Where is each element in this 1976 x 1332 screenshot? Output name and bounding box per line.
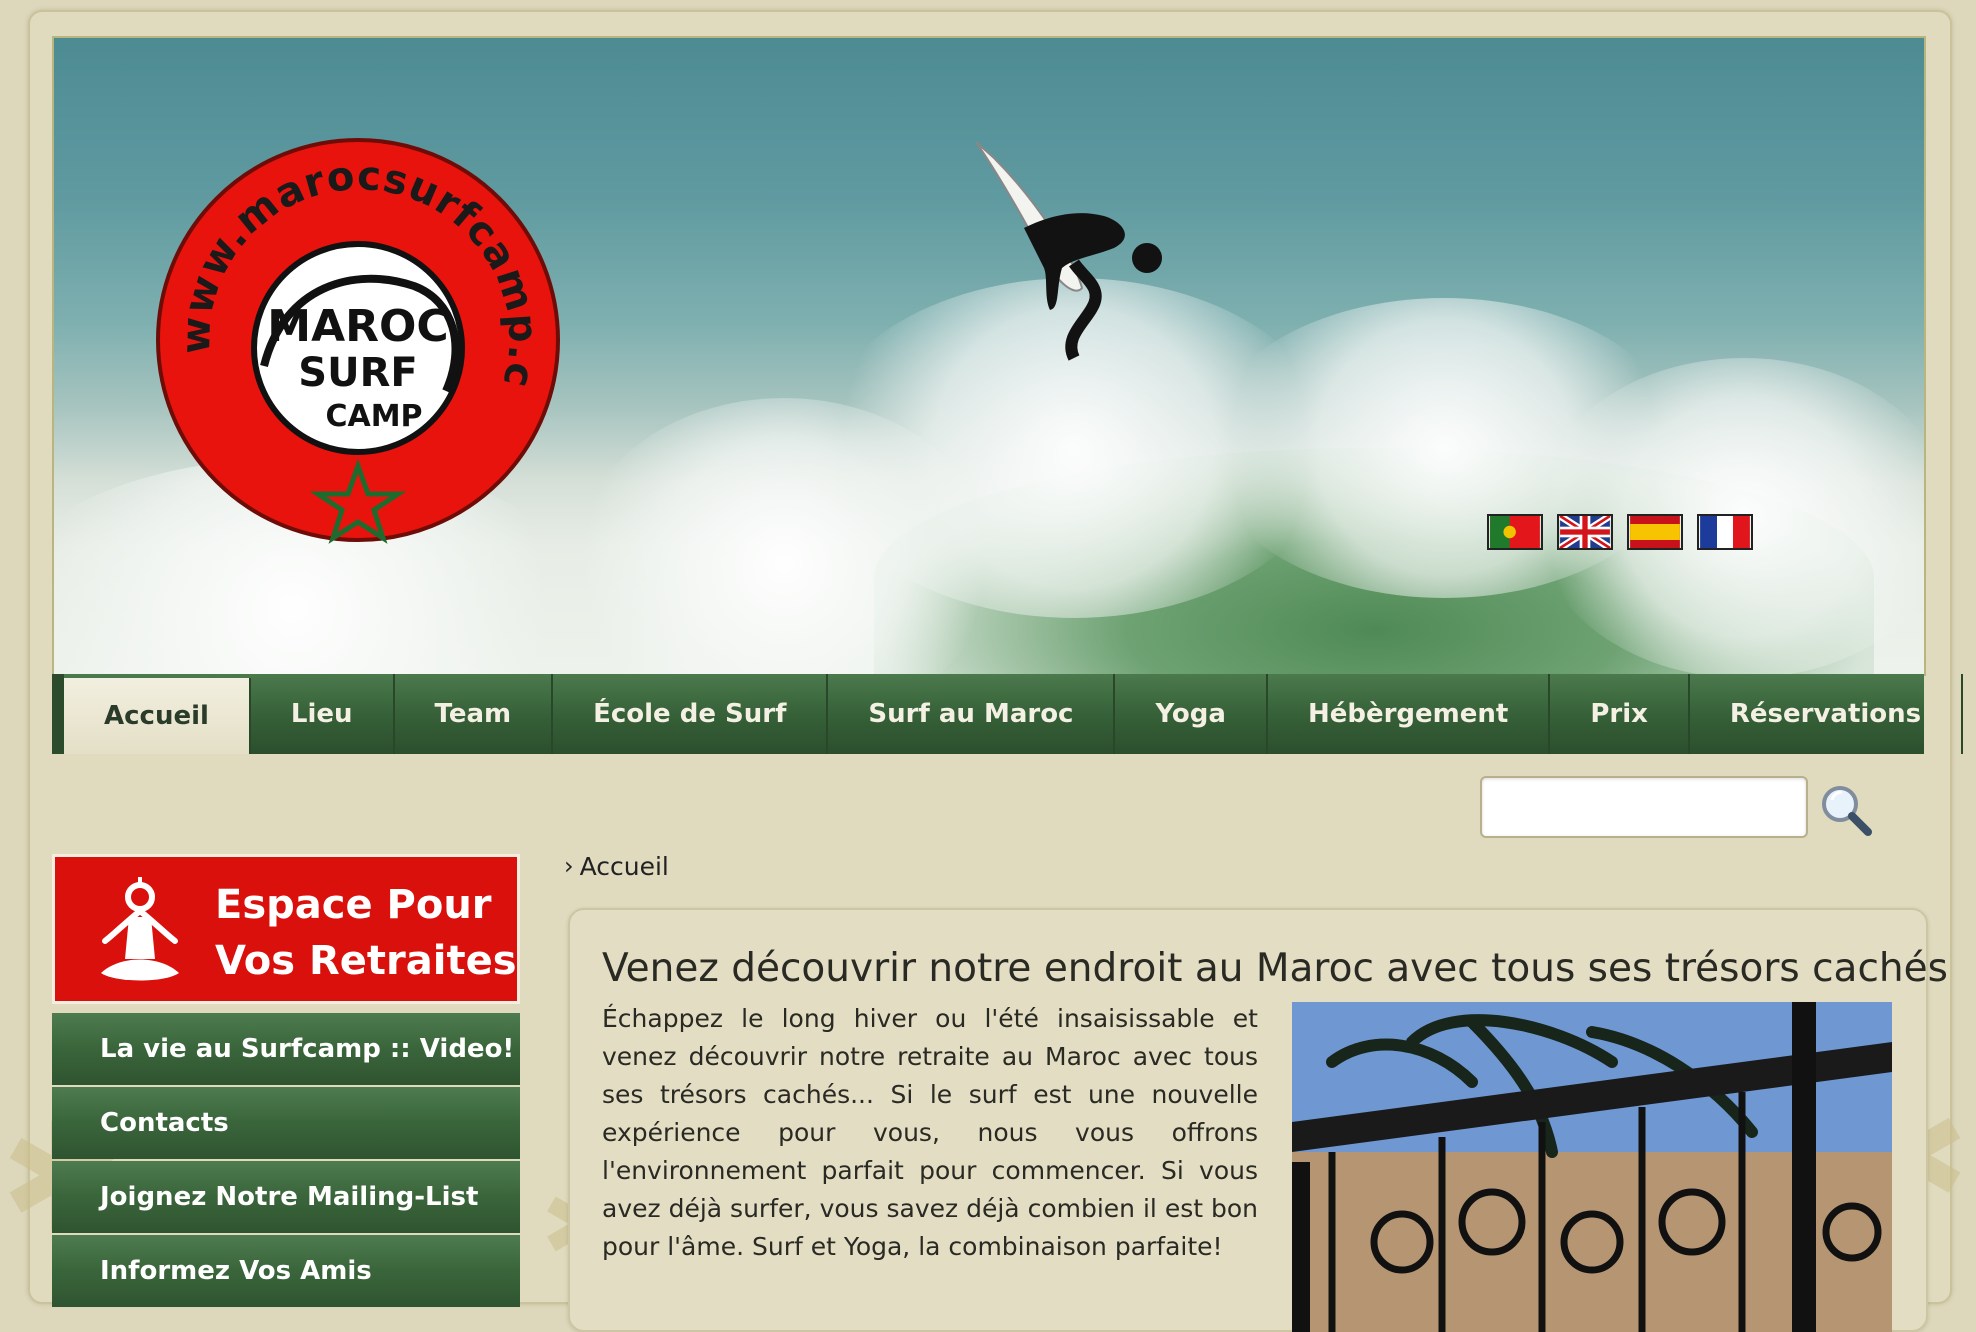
site-logo[interactable]: www.marocsurfcamp.com MAROC SURF CAMP (154, 136, 562, 544)
search-input[interactable] (1480, 776, 1808, 838)
retreat-banner[interactable]: Espace Pour Vos Retraites (52, 854, 520, 1004)
sidebar-item-contacts[interactable]: Contacts (52, 1087, 520, 1159)
page-title: Venez découvrir notre endroit au Maroc a… (602, 946, 1948, 991)
nav-item-team[interactable]: Team (395, 674, 554, 754)
svg-text:SURF: SURF (298, 350, 417, 396)
sidebar-item-video[interactable]: La vie au Surfcamp :: Video! (52, 1013, 520, 1085)
svg-text:CAMP: CAMP (325, 399, 422, 434)
france-flag-icon[interactable] (1697, 514, 1753, 550)
nav-item-surf-au-maroc[interactable]: Surf au Maroc (828, 674, 1116, 754)
surfer-image (975, 141, 1162, 361)
language-flags (1487, 514, 1753, 550)
breadcrumb: › Accueil (564, 852, 669, 881)
yoga-figure-icon (101, 877, 179, 981)
uk-flag-icon[interactable] (1557, 514, 1613, 550)
search-icon[interactable] (1818, 782, 1874, 838)
intro-paragraph: Échappez le long hiver ou l'été insaisis… (602, 1004, 1258, 1261)
nav-item-ecole-de-surf[interactable]: École de Surf (553, 674, 829, 754)
nav-item-prix[interactable]: Prix (1550, 674, 1690, 754)
sidebar-item-mailing-list[interactable]: Joignez Notre Mailing-List (52, 1161, 520, 1233)
retreat-banner-text: Espace Pour Vos Retraites (215, 882, 517, 984)
header-banner: www.marocsurfcamp.com MAROC SURF CAMP (52, 36, 1926, 676)
portugal-flag-icon[interactable] (1487, 514, 1543, 550)
sidebar-menu: La vie au Surfcamp :: Video! Contacts Jo… (52, 1013, 520, 1309)
nav-item-yoga[interactable]: Yoga (1115, 674, 1268, 754)
nav-item-lieu[interactable]: Lieu (251, 674, 395, 754)
main-navigation: Accueil Lieu Team École de Surf Surf au … (52, 674, 1964, 754)
spain-flag-icon[interactable] (1627, 514, 1683, 550)
balcony-photo (1292, 1002, 1892, 1332)
nav-item-reservations[interactable]: Réservations (1690, 674, 1964, 754)
chevron-right-icon: › (564, 852, 574, 880)
content-card: Venez découvrir notre endroit au Maroc a… (568, 908, 1948, 1332)
nav-item-accueil[interactable]: Accueil (64, 678, 251, 754)
sidebar-item-informez-amis[interactable]: Informez Vos Amis (52, 1235, 520, 1307)
nav-item-hebergement[interactable]: Hébèrgement (1268, 674, 1551, 754)
breadcrumb-home-link[interactable]: Accueil (580, 852, 669, 881)
svg-text:MAROC: MAROC (267, 301, 448, 352)
